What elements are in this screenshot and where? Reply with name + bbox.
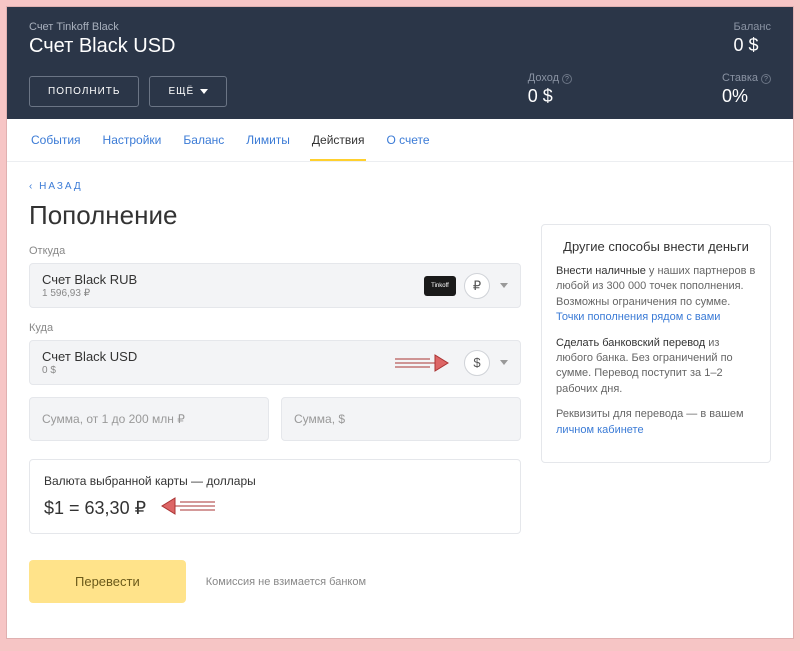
help-icon[interactable]: ? bbox=[562, 74, 572, 84]
wire-transfer-title: Сделать банковский перевод bbox=[556, 337, 705, 349]
other-methods-panel: Другие способы внести деньги Внести нали… bbox=[541, 224, 771, 463]
tab-events[interactable]: События bbox=[29, 119, 83, 161]
help-icon[interactable]: ? bbox=[761, 74, 771, 84]
chevron-down-icon bbox=[500, 283, 508, 288]
chevron-down-icon bbox=[500, 360, 508, 365]
annotation-arrow-icon bbox=[390, 345, 450, 381]
amount-rub-input[interactable] bbox=[29, 397, 269, 441]
requisites-link[interactable]: личном кабинете bbox=[556, 424, 644, 436]
cash-points-link[interactable]: Точки пополнения рядом с вами bbox=[556, 311, 720, 323]
tabs: События Настройки Баланс Лимиты Действия… bbox=[7, 119, 793, 162]
more-button[interactable]: ЕЩЁ bbox=[149, 76, 227, 107]
cash-deposit-title: Внести наличные bbox=[556, 265, 646, 277]
topup-button[interactable]: ПОПОЛНИТЬ bbox=[29, 76, 139, 107]
to-account-select[interactable]: Счет Black USD 0 $ $ bbox=[29, 340, 521, 385]
rate-label: Ставка? bbox=[722, 72, 771, 84]
currency-badge-rub: ₽ bbox=[464, 273, 490, 299]
balance-value: 0 $ bbox=[734, 35, 771, 56]
to-label: Куда bbox=[29, 322, 521, 334]
account-header: Счет Tinkoff Black Счет Black USD Баланс… bbox=[7, 7, 793, 119]
exchange-rate-value: $1 = 63,30 ₽ bbox=[44, 498, 506, 519]
exchange-rate-box: Валюта выбранной карты — доллары $1 = 63… bbox=[29, 459, 521, 534]
amount-usd-input[interactable] bbox=[281, 397, 521, 441]
from-account-balance: 1 596,93 ₽ bbox=[42, 288, 424, 299]
annotation-arrow-icon bbox=[160, 488, 220, 524]
fee-note: Комиссия не взимается банком bbox=[206, 576, 366, 588]
tab-about[interactable]: О счете bbox=[384, 119, 431, 161]
account-subtitle: Счет Tinkoff Black bbox=[29, 21, 654, 33]
transfer-button[interactable]: Перевести bbox=[29, 560, 186, 603]
currency-badge-usd: $ bbox=[464, 350, 490, 376]
account-title: Счет Black USD bbox=[29, 35, 654, 58]
income-label: Доход? bbox=[528, 72, 572, 84]
balance-label: Баланс bbox=[734, 21, 771, 33]
more-button-label: ЕЩЁ bbox=[168, 86, 194, 97]
back-link[interactable]: ‹ НАЗАД bbox=[29, 181, 83, 192]
tab-settings[interactable]: Настройки bbox=[101, 119, 164, 161]
requisites-text: Реквизиты для перевода — в вашем bbox=[556, 408, 744, 420]
from-label: Откуда bbox=[29, 245, 521, 257]
rate-value: 0% bbox=[722, 86, 771, 107]
tab-balance[interactable]: Баланс bbox=[181, 119, 226, 161]
tab-actions[interactable]: Действия bbox=[310, 119, 367, 161]
from-account-select[interactable]: Счет Black RUB 1 596,93 ₽ Tinkoff ₽ bbox=[29, 263, 521, 308]
card-icon: Tinkoff bbox=[424, 276, 456, 296]
rate-currency-label: Валюта выбранной карты — доллары bbox=[44, 474, 506, 488]
page-title: Пополнение bbox=[29, 200, 521, 231]
from-account-name: Счет Black RUB bbox=[42, 272, 424, 287]
tab-limits[interactable]: Лимиты bbox=[244, 119, 292, 161]
income-value: 0 $ bbox=[528, 86, 572, 107]
side-title: Другие способы внести деньги bbox=[556, 239, 756, 254]
chevron-down-icon bbox=[200, 89, 208, 94]
